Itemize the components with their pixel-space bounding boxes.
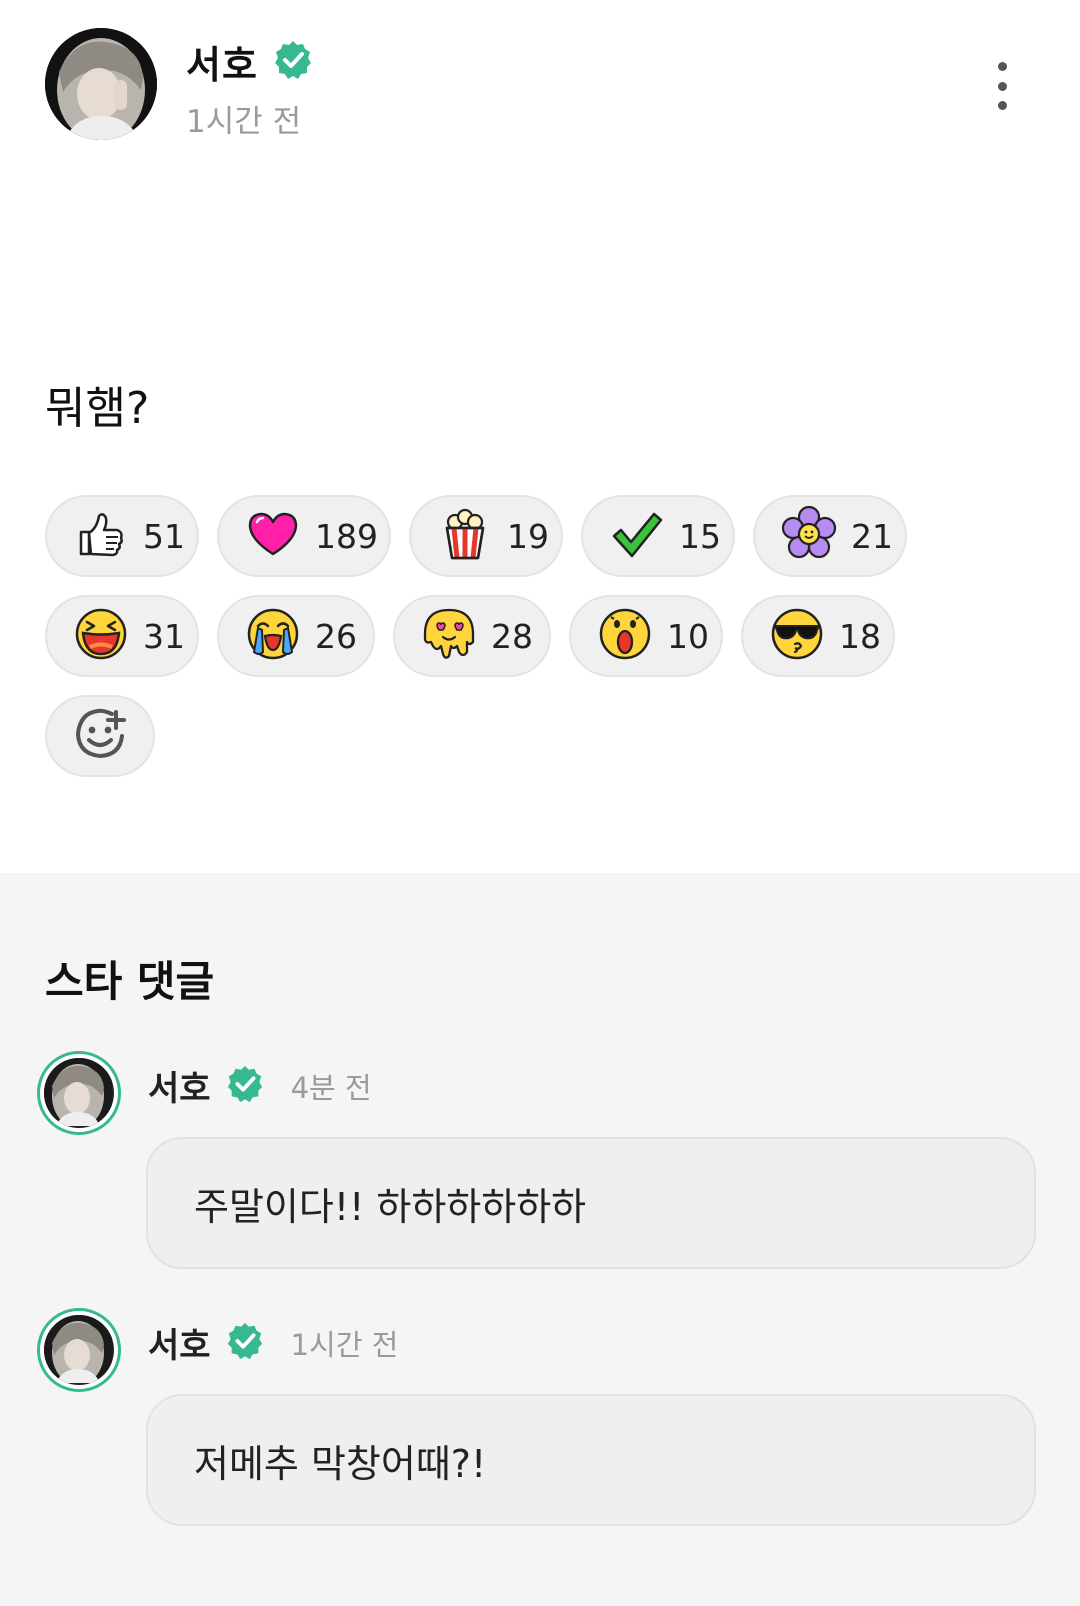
reaction-row [45,695,945,777]
reaction-count: 28 [491,616,533,656]
popcorn-icon [437,506,493,566]
sunglasses-kiss-face-icon [769,606,825,666]
star-comments-section: 스타 댓글 서호 4분 전 주말이다!! 하하하하하하 서호 1시간 전 저메추… [0,873,1080,1606]
surprised-face-icon [597,606,653,666]
reaction-thumbs-up[interactable]: 51 [45,495,199,577]
reaction-count: 26 [315,616,357,656]
post-header: 서호 1시간 전 [0,0,1080,170]
reaction-crying[interactable]: 26 [217,595,375,677]
reaction-count: 21 [851,516,893,556]
flower-icon [781,505,837,566]
heart-icon [245,506,301,566]
comment-time: 1시간 전 [290,1327,399,1362]
reaction-count: 31 [143,616,185,656]
add-reaction-button[interactable] [45,695,155,777]
author-name[interactable]: 서호 [186,34,258,89]
reaction-flower[interactable]: 21 [753,495,907,577]
reaction-heart-eyes[interactable]: 28 [393,595,551,677]
comment-item: 서호 4분 전 주말이다!! 하하하하하하 [0,1051,1080,1271]
reaction-count: 15 [679,516,721,556]
reaction-count: 189 [315,516,378,556]
add-emoji-icon [72,706,128,766]
comment-avatar[interactable] [37,1308,121,1392]
post-author: 서호 [186,34,314,89]
reaction-count: 18 [839,616,881,656]
crying-face-icon [245,606,301,666]
post-text: 뭐햄? [45,383,150,434]
dot-icon [997,62,1007,71]
post-time: 1시간 전 [186,104,302,140]
section-title: 스타 댓글 [45,957,215,1006]
reaction-popcorn[interactable]: 19 [409,495,563,577]
thumbs-up-icon [73,506,129,566]
verified-badge-icon [272,39,314,85]
laughing-face-icon [73,606,129,666]
comment-author[interactable]: 서호 [148,1318,211,1367]
comment-avatar[interactable] [37,1051,121,1135]
comment-time: 4분 전 [290,1070,372,1105]
reaction-row: 31 26 28 10 18 [45,595,945,677]
author-avatar[interactable] [45,28,157,140]
comment-bubble: 저메추 막창어때?! [146,1394,1036,1526]
verified-badge-icon [225,1064,265,1108]
checkmark-icon [609,506,665,566]
reaction-laughing[interactable]: 31 [45,595,199,677]
more-options-button[interactable] [982,58,1022,114]
reaction-list: 51 189 19 15 21 31 26 28 10 18 [45,495,945,795]
reaction-row: 51 189 19 15 21 [45,495,945,577]
heart-eyes-melting-face-icon [421,606,477,666]
comment-bubble: 주말이다!! 하하하하하하 [146,1137,1036,1269]
reaction-sunglasses[interactable]: 18 [741,595,895,677]
reaction-count: 19 [507,516,549,556]
reaction-surprised[interactable]: 10 [569,595,723,677]
reaction-checkmark[interactable]: 15 [581,495,735,577]
reaction-count: 10 [667,616,709,656]
dot-icon [997,101,1007,110]
verified-badge-icon [225,1321,265,1365]
comment-author[interactable]: 서호 [148,1061,211,1110]
comment-meta: 서호 1시간 전 [148,1318,398,1367]
reaction-heart[interactable]: 189 [217,495,391,577]
reaction-count: 51 [143,516,185,556]
comment-meta: 서호 4분 전 [148,1061,372,1110]
dot-icon [997,81,1007,91]
comment-item: 서호 1시간 전 저메추 막창어때?! [0,1308,1080,1528]
